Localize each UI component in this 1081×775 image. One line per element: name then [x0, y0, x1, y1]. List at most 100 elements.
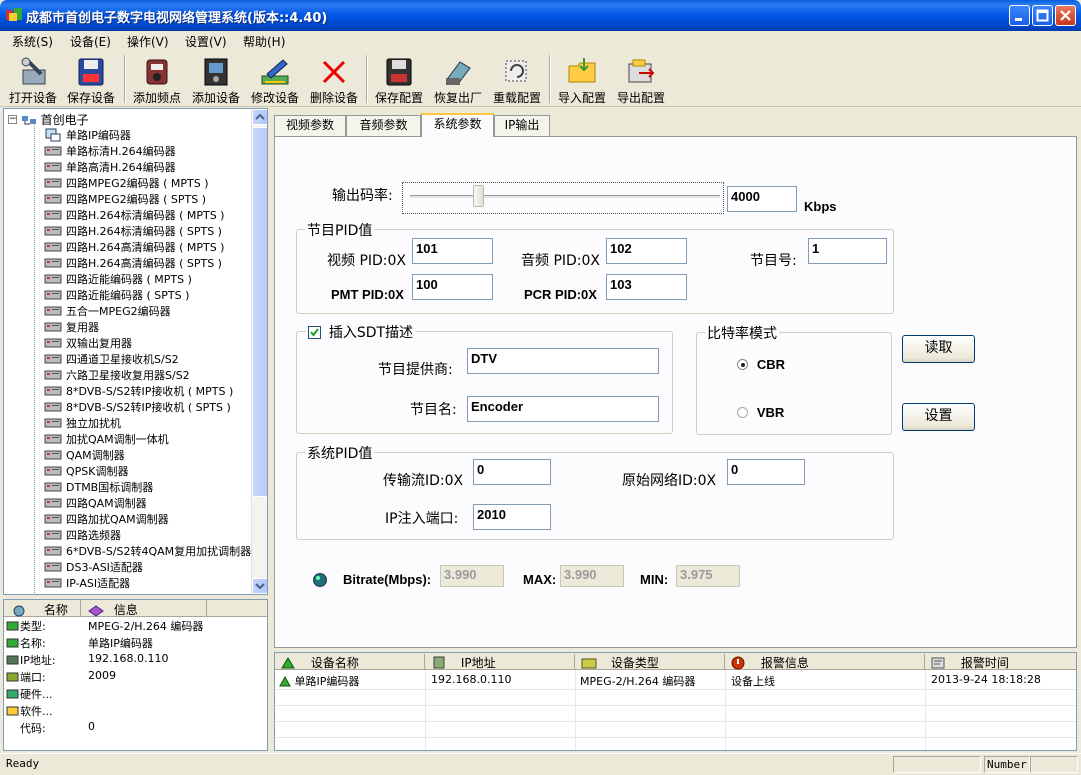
menu-device[interactable]: 设备(E): [70, 33, 111, 50]
tree-item[interactable]: 四通道卫星接收机S/S2: [44, 351, 179, 367]
vbr-radio-dot[interactable]: [737, 407, 748, 418]
tree-item[interactable]: 四路QAM调制器: [44, 495, 147, 511]
tab-system-params[interactable]: 系统参数: [421, 113, 494, 137]
factory-reset-icon: [446, 61, 471, 85]
cbr-radio[interactable]: CBR: [737, 357, 785, 372]
tree-item[interactable]: 单路标清H.264编码器: [44, 143, 176, 159]
read-button[interactable]: 读取: [902, 335, 975, 363]
tree-item[interactable]: 四路MPEG2编码器 ( SPTS ): [44, 191, 206, 207]
tab-video-params[interactable]: 视频参数: [274, 115, 346, 136]
tree-item[interactable]: 8*DVB-S/S2转IP接收机 ( MPTS ): [44, 383, 233, 399]
alarm-col-device-name[interactable]: 设备名称: [275, 654, 425, 670]
encoder-icon: [45, 128, 61, 142]
import-config-button[interactable]: 导入配置: [551, 54, 613, 106]
alarm-col-time[interactable]: 报警时间: [925, 654, 1076, 670]
device-icon: [44, 482, 62, 492]
save-device-button[interactable]: 保存设备: [60, 54, 122, 106]
add-freq-button[interactable]: 添加频点: [126, 54, 188, 106]
menu-help[interactable]: 帮助(H): [243, 33, 285, 50]
sdt-checkbox[interactable]: [308, 325, 321, 339]
device-icon: [44, 450, 62, 460]
chevron-up-icon: [255, 113, 265, 120]
alarm-col-info[interactable]: 报警信息: [725, 654, 925, 670]
tree-item[interactable]: 单路高清H.264编码器: [44, 159, 176, 175]
scroll-up-button[interactable]: [252, 109, 267, 125]
edit-device-button[interactable]: 修改设备: [244, 54, 306, 106]
factory-reset-button[interactable]: 恢复出厂: [427, 54, 489, 106]
menu-operate[interactable]: 操作(V): [127, 33, 169, 50]
tab-audio-params[interactable]: 音频参数: [346, 115, 421, 136]
minimize-button[interactable]: [1009, 5, 1030, 26]
bitrate-slider-thumb[interactable]: [473, 185, 485, 207]
audio-pid-input[interactable]: 102: [606, 238, 687, 264]
tree-item[interactable]: 四路近能编码器 ( SPTS ): [44, 287, 189, 303]
tree-item[interactable]: QAM调制器: [44, 447, 125, 463]
video-pid-input[interactable]: 101: [412, 238, 493, 264]
info-col-info[interactable]: 信息: [88, 601, 138, 617]
tree-item[interactable]: 加扰QAM调制一体机: [44, 431, 169, 447]
save-config-button[interactable]: 保存配置: [368, 54, 430, 106]
maximize-button[interactable]: [1032, 5, 1053, 26]
tree-item[interactable]: QPSK调制器: [44, 463, 129, 479]
alarm-cell-ip: 192.168.0.110: [431, 673, 512, 686]
tree-item[interactable]: 8*DVB-S/S2转IP接收机 ( SPTS ): [44, 399, 231, 415]
menu-system[interactable]: 系统(S): [12, 33, 53, 50]
open-device-button[interactable]: 打开设备: [2, 54, 64, 106]
menu-settings[interactable]: 设置(V): [185, 33, 227, 50]
provider-input[interactable]: DTV: [467, 348, 659, 374]
pmt-pid-input[interactable]: 100: [412, 274, 493, 300]
info-header: 名称 信息: [4, 600, 267, 617]
tree-item[interactable]: 四路H.264标清编码器 ( MPTS ): [44, 207, 224, 223]
alarm-col-type[interactable]: 设备类型: [575, 654, 725, 670]
collapse-icon[interactable]: −: [8, 115, 17, 124]
tree-item[interactable]: 四路H.264高清编码器 ( SPTS ): [44, 255, 222, 271]
tree-item[interactable]: 四路选频器: [44, 527, 121, 543]
cbr-radio-dot[interactable]: [737, 359, 748, 370]
tree-item[interactable]: 六路卫星接收复用器S/S2: [44, 367, 190, 383]
tree-item[interactable]: 四路近能编码器 ( MPTS ): [44, 271, 192, 287]
device-icon: [44, 402, 62, 412]
bitrate-input[interactable]: 4000: [727, 186, 797, 212]
tree-item[interactable]: DTMB国标调制器: [44, 479, 153, 495]
tree-item[interactable]: DS3-ASI适配器: [44, 559, 143, 575]
pcr-pid-input[interactable]: 103: [606, 274, 687, 300]
device-icon: [44, 146, 62, 156]
tree-item[interactable]: 四路H.264高清编码器 ( MPTS ): [44, 239, 224, 255]
system-pid-title: 系统PID值: [305, 443, 375, 463]
minimize-icon: [1015, 18, 1022, 21]
tree-item[interactable]: 五合一MPEG2编码器: [44, 303, 171, 319]
alarm-icon: [731, 656, 745, 669]
sdt-checkbox-wrap[interactable]: 插入SDT描述: [306, 322, 416, 342]
add-device-button[interactable]: 添加设备: [185, 54, 247, 106]
program-name-input[interactable]: Encoder: [467, 396, 659, 422]
tree-item[interactable]: 单路IP编码器: [44, 127, 131, 143]
program-no-input[interactable]: 1: [808, 238, 887, 264]
tree-item[interactable]: IP-ASI适配器: [44, 575, 130, 591]
tree-item[interactable]: 四路加扰QAM调制器: [44, 511, 169, 527]
onid-label: 原始网络ID:0X: [622, 473, 717, 489]
tree-item[interactable]: 独立加扰机: [44, 415, 121, 431]
tab-ip-output[interactable]: IP输出: [494, 115, 550, 136]
scroll-down-button[interactable]: [252, 578, 267, 594]
export-config-button[interactable]: 导出配置: [610, 54, 672, 106]
onid-input[interactable]: 0: [727, 459, 805, 485]
tree-root[interactable]: − 首创电子: [8, 111, 89, 127]
close-button[interactable]: [1055, 5, 1076, 26]
tree-scrollbar[interactable]: [251, 109, 267, 594]
scroll-thumb[interactable]: [252, 127, 267, 497]
open-device-icon: [21, 57, 46, 85]
tree-item[interactable]: 双输出复用器: [44, 335, 132, 351]
set-button[interactable]: 设置: [902, 403, 975, 431]
delete-device-button[interactable]: 删除设备: [303, 54, 365, 106]
vbr-radio[interactable]: VBR: [737, 405, 784, 420]
tree-item[interactable]: 四路MPEG2编码器 ( MPTS ): [44, 175, 209, 191]
tree-item[interactable]: 复用器: [44, 319, 99, 335]
ts-id-input[interactable]: 0: [473, 459, 551, 485]
bitrate-label: 输出码率:: [332, 188, 393, 204]
tree-item[interactable]: 6*DVB-S/S2转4QAM复用加扰调制器: [44, 543, 251, 559]
ip-port-input[interactable]: 2010: [473, 504, 551, 530]
info-col-name[interactable]: 名称: [12, 601, 68, 617]
alarm-col-ip[interactable]: IP地址: [425, 654, 575, 670]
reload-config-button[interactable]: 重载配置: [486, 54, 548, 106]
tree-item[interactable]: 四路H.264标清编码器 ( SPTS ): [44, 223, 222, 239]
